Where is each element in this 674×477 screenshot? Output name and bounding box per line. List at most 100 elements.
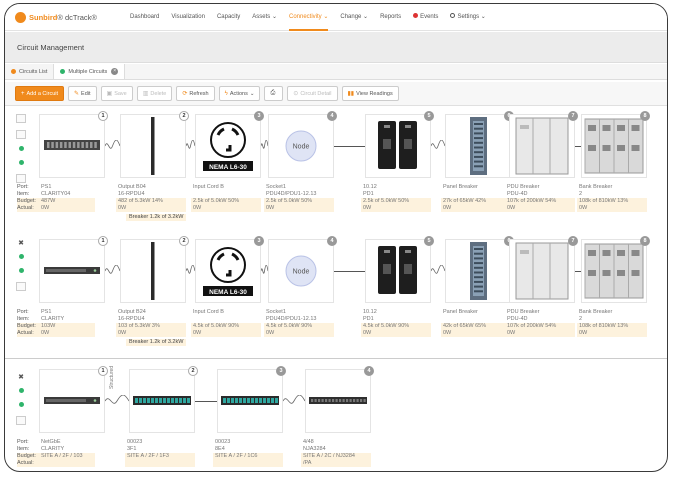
device-nodebubble[interactable]: Node 4 <box>268 111 337 178</box>
port-label: Port: <box>17 184 29 190</box>
budget-label: Budget: <box>17 453 41 460</box>
row-field-labels: Port: Item: Budget: Actual: <box>17 184 41 212</box>
device-nodebubble[interactable]: Node 4 <box>268 236 337 303</box>
status-ok-icon[interactable] <box>18 388 24 393</box>
row-field-labels: Port: Item: Budget: Actual: <box>17 309 41 337</box>
node-number-badge: 4 <box>364 366 374 376</box>
view-readings-button[interactable]: ▮▮ View Readings <box>341 86 399 101</box>
circuit-detail-button[interactable]: ⊙ Circuit Detail <box>287 86 338 101</box>
status-ok-icon[interactable] <box>18 268 24 273</box>
device-nema[interactable]: NEMA L6-30 3 <box>195 111 264 178</box>
row-option-checkbox[interactable] <box>16 130 26 139</box>
budget-value: 4.5k of 5.0kW 90% <box>361 323 431 330</box>
item-value[interactable] <box>191 191 261 198</box>
item-value[interactable]: CLARITY04 <box>39 191 95 198</box>
node-number-badge: 1 <box>98 111 108 121</box>
item-value[interactable]: PDU-4D <box>505 191 575 198</box>
device-breaker[interactable]: 5 <box>365 236 434 303</box>
item-value[interactable]: PD1 <box>361 191 431 198</box>
port-label: Port: <box>17 309 29 315</box>
nav-item-settings[interactable]: Settings ⌄ <box>450 4 486 31</box>
save-button[interactable]: ▣ Save <box>100 86 133 101</box>
item-value[interactable]: 2 <box>577 191 647 198</box>
add-circuit-button[interactable]: + Add a Circuit <box>15 86 65 101</box>
budget-value: 42k of 65kW 65% <box>441 323 511 330</box>
item-value[interactable]: PDU4D/PDU1-12.13 <box>264 316 334 323</box>
device-cabinet[interactable]: 7 <box>509 111 578 178</box>
item-value[interactable] <box>441 191 511 198</box>
nav-item-events[interactable]: Events <box>413 4 438 31</box>
device-patch[interactable]: 2 <box>129 366 198 433</box>
item-value[interactable]: 2 <box>577 316 647 323</box>
device-switchgear[interactable]: 8 <box>581 111 650 178</box>
nav-item-change[interactable]: Change ⌄ <box>340 4 368 31</box>
chevron-down-icon: ⌄ <box>249 90 255 97</box>
device-nema[interactable]: NEMA L6-30 3 <box>195 236 264 303</box>
node-info: Bank Breaker 2 108k of 810kW 13% 0W <box>577 309 647 337</box>
item-value[interactable]: PD1 <box>361 316 431 323</box>
node-info: PS1 CLARITY 103W 0W <box>39 309 95 337</box>
device-strip[interactable]: 2 <box>120 111 189 178</box>
status-ok-icon[interactable] <box>18 402 24 407</box>
item-value[interactable]: 16-RPDU4 <box>116 191 186 198</box>
status-ok-icon[interactable] <box>18 160 24 165</box>
status-ok-icon[interactable] <box>18 254 24 259</box>
nav-item-dashboard[interactable]: Dashboard <box>130 4 159 31</box>
item-label: Item: <box>17 316 30 322</box>
nav-item-reports[interactable]: Reports <box>380 4 401 31</box>
logo[interactable]: Sunbird® dcTrack® <box>15 11 130 23</box>
row-select-checkbox[interactable] <box>16 282 26 291</box>
device-switchgear[interactable]: 8 <box>581 236 650 303</box>
item-value[interactable]: 3F1 <box>125 446 195 453</box>
device-cabinet[interactable]: 7 <box>509 236 578 303</box>
nav-item-assets[interactable]: Assets ⌄ <box>252 4 277 31</box>
close-icon[interactable]: × <box>111 68 119 75</box>
item-label: Item: <box>17 446 30 452</box>
nav-item-visualization[interactable]: Visualization <box>171 4 205 31</box>
tab-bar: Circuits List Multiple Circuits × <box>5 64 667 80</box>
item-value[interactable]: 16-RPDU4 <box>116 316 186 323</box>
item-value[interactable]: PDU4D/PDU1-12.13 <box>264 191 334 198</box>
item-value[interactable]: CLARITY <box>39 316 95 323</box>
item-value[interactable] <box>191 316 261 323</box>
cable-connector <box>431 140 445 149</box>
actual-value <box>213 460 283 467</box>
device-switch[interactable]: 4 <box>305 366 374 433</box>
device-patch[interactable]: 3 <box>217 366 286 433</box>
row-extra-checkbox[interactable] <box>16 174 26 183</box>
budget-value: 107k of 200kW 54% <box>505 198 575 205</box>
device-panel[interactable]: 6 <box>445 236 514 303</box>
close-circuit-icon[interactable]: ✖ <box>18 239 24 247</box>
device-server2[interactable]: 1 <box>39 236 108 303</box>
item-value[interactable]: 8E4 <box>213 446 283 453</box>
item-value[interactable]: CLARITY <box>39 446 95 453</box>
nav-item-capacity[interactable]: Capacity <box>217 4 240 31</box>
device-breaker[interactable]: 5 <box>365 111 434 178</box>
actual-value: 0W <box>361 205 431 212</box>
node-number-badge: 8 <box>640 236 650 246</box>
actual-value: 0W <box>505 205 575 212</box>
device-strip[interactable]: 2 <box>120 236 189 303</box>
print-button[interactable]: ⎙ <box>264 86 284 101</box>
node-info: PDU Breaker PDU-4D 107k of 200kW 54% 0W <box>505 309 575 337</box>
edit-button[interactable]: ✎ Edit <box>68 86 97 101</box>
actions-dropdown[interactable]: ϟ Actions ⌄ <box>218 86 261 101</box>
device-server2[interactable]: 1 <box>39 366 108 433</box>
delete-button[interactable]: ▥ Delete <box>136 86 173 101</box>
nav-item-connectivity[interactable]: Connectivity ⌄ <box>288 4 329 31</box>
node-number-badge: 5 <box>424 111 434 121</box>
device-panel[interactable]: 6 <box>445 111 514 178</box>
status-ok-icon[interactable] <box>18 146 24 151</box>
toolbar: + Add a Circuit ✎ Edit ▣ Save ▥ Delete ⟳ Refr… <box>5 82 667 106</box>
row-select-checkbox[interactable] <box>16 114 26 123</box>
device-server[interactable]: 1 <box>39 111 108 178</box>
item-value[interactable]: NJA3284 <box>301 446 371 453</box>
node-info: Panel Breaker 27k of 65kW 42% 0W <box>441 184 511 212</box>
refresh-button[interactable]: ⟳ Refresh <box>176 86 215 101</box>
close-circuit-icon[interactable]: ✖ <box>18 373 24 381</box>
item-value[interactable]: PDU-4D <box>505 316 575 323</box>
row-select-checkbox[interactable] <box>16 416 26 425</box>
item-value[interactable] <box>441 316 511 323</box>
tab-multiple-circuits[interactable]: Multiple Circuits × <box>54 64 126 79</box>
tab-circuits-list[interactable]: Circuits List <box>5 64 55 79</box>
